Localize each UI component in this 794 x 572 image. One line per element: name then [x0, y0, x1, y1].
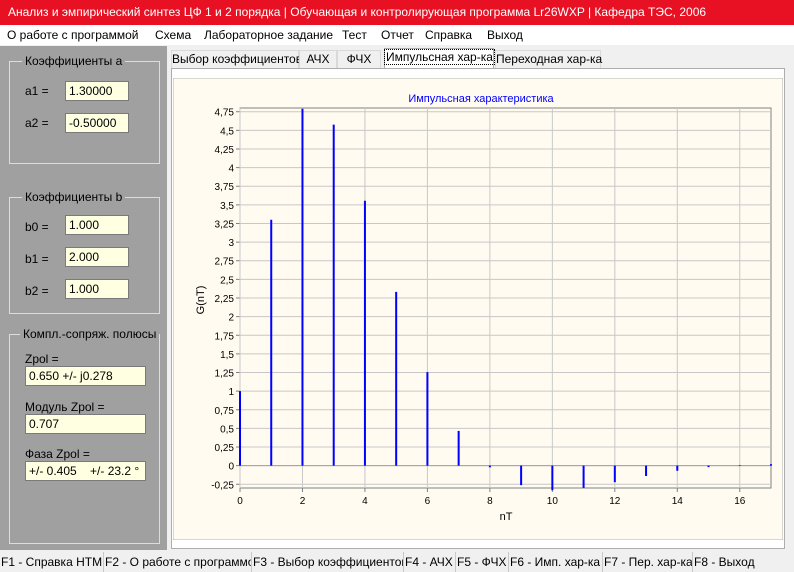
status-f6-impulse[interactable]: F6 - Имп. хар-ка — [509, 552, 603, 572]
a1-field[interactable]: 1.30000 — [65, 81, 129, 101]
x-tick-label: 4 — [362, 496, 368, 507]
menu-bar: О работе с программой Схема Лабораторное… — [0, 25, 794, 45]
y-tick-label: 0,5 — [220, 424, 234, 435]
modulus-label: Модуль Zpol = — [25, 400, 105, 414]
menu-help[interactable]: Справка — [425, 25, 472, 45]
y-tick-label: 4 — [228, 164, 234, 175]
zpol-label: Zpol = — [25, 352, 59, 366]
x-tick-label: 12 — [609, 496, 621, 507]
tab-impulse-label: Импульсная хар-ка — [384, 49, 495, 65]
impulse-chart: -0,25 0 0,25 0,5 0,75 1 1,25 1,5 1,75 2 2,25 2,5 2,7… — [172, 77, 784, 541]
y-tick-label: 2,75 — [215, 257, 235, 268]
a2-label: a2 = — [25, 116, 49, 130]
menu-exit[interactable]: Выход — [487, 25, 523, 45]
y-tick-label: 1,5 — [220, 350, 234, 361]
x-tick-label: 6 — [425, 496, 431, 507]
tab-impulse[interactable]: Импульсная хар-ка — [384, 48, 495, 69]
group-coef-a: Коэффициенты a a1 = 1.30000 a2 = -0.5000… — [9, 54, 160, 164]
tab-step[interactable]: Переходная хар-ка — [495, 50, 603, 68]
status-f8-exit[interactable]: F8 - Выход — [693, 552, 794, 572]
tab-afc-label: АЧХ — [306, 52, 330, 66]
status-f1-help[interactable]: F1 - Справка HTML — [0, 552, 104, 572]
a1-label: a1 = — [25, 84, 49, 98]
y-tick-label: 2,25 — [215, 294, 235, 305]
coefficients-panel: Коэффициенты a a1 = 1.30000 a2 = -0.5000… — [0, 46, 167, 550]
b1-field[interactable]: 2.000 — [65, 247, 129, 267]
x-tick-label: 0 — [237, 496, 243, 507]
tab-afc[interactable]: АЧХ — [299, 50, 337, 68]
y-tick-label: 0,25 — [215, 443, 235, 454]
b2-field[interactable]: 1.000 — [65, 279, 129, 299]
group-coef-b: Коэффициенты b b0 = 1.000 b1 = 2.000 b2 … — [9, 190, 160, 314]
x-tick-label: 8 — [487, 496, 493, 507]
y-tick-label: 1,25 — [215, 369, 235, 380]
status-f5-pfc[interactable]: F5 - ФЧХ — [456, 552, 509, 572]
y-tick-label: 4,75 — [215, 108, 235, 119]
b0-label: b0 = — [25, 220, 49, 234]
menu-scheme[interactable]: Схема — [155, 25, 191, 45]
y-tick-label: 3,25 — [215, 219, 235, 230]
y-tick-label: 3,5 — [220, 201, 234, 212]
y-axis-label: G(nT) — [195, 286, 207, 315]
b1-label: b1 = — [25, 252, 49, 266]
status-bar: F1 - Справка HTML F2 - О работе с програ… — [0, 552, 794, 572]
y-tick-label: 3 — [228, 238, 234, 249]
menu-test[interactable]: Тест — [342, 25, 367, 45]
menu-lab-task[interactable]: Лабораторное задание — [204, 25, 333, 45]
phase-field[interactable]: +/- 0.405 +/- 23.2 ° — [25, 461, 146, 481]
b0-field[interactable]: 1.000 — [65, 215, 129, 235]
chart-title: Импульсная характеристика — [408, 93, 554, 105]
tab-step-label: Переходная хар-ка — [496, 52, 603, 66]
y-tick-label: 1,75 — [215, 331, 235, 342]
group-poles-caption: Компл.-сопряж. полюсы — [20, 327, 160, 341]
y-tick-label: 1 — [228, 387, 234, 398]
tab-pfc[interactable]: ФЧХ — [337, 50, 381, 68]
b2-label: b2 = — [25, 284, 49, 298]
status-f2-about[interactable]: F2 - О работе с программой — [104, 552, 252, 572]
group-coef-b-caption: Коэффициенты b — [22, 190, 126, 204]
tab-coefficients-label: Выбор коэффициентов — [172, 52, 303, 66]
y-tick-label: 0 — [228, 462, 234, 473]
y-tick-label: 2 — [228, 313, 234, 324]
status-f7-step[interactable]: F7 - Пер. хар-ка — [603, 552, 693, 572]
group-coef-a-caption: Коэффициенты a — [22, 54, 126, 68]
y-tick-label: 2,5 — [220, 275, 234, 286]
window-title: Анализ и эмпирический синтез ЦФ 1 и 2 по… — [0, 0, 794, 25]
status-f3-coefficients[interactable]: F3 - Выбор коэффициентов — [252, 552, 404, 572]
a2-field[interactable]: -0.50000 — [65, 113, 129, 133]
y-tick-label: 4,25 — [215, 145, 235, 156]
menu-about[interactable]: О работе с программой — [7, 25, 138, 45]
phase-label: Фаза Zpol = — [25, 447, 90, 461]
group-poles: Компл.-сопряж. полюсы Zpol = 0.650 +/- j… — [9, 327, 160, 544]
status-f4-afc[interactable]: F4 - АЧХ — [404, 552, 456, 572]
x-tick-label: 2 — [300, 496, 306, 507]
y-tick-label: 3,75 — [215, 182, 235, 193]
x-tick-label: 16 — [734, 496, 746, 507]
x-tick-label: 14 — [672, 496, 684, 507]
impulse-chart-svg: -0,2500,250,50,7511,251,51,7522,252,52,7… — [172, 77, 784, 541]
zpol-field[interactable]: 0.650 +/- j0.278 — [25, 366, 146, 386]
y-tick-label: 0,75 — [215, 406, 235, 417]
x-axis-label: nT — [500, 511, 513, 523]
x-tick-label: 10 — [547, 496, 559, 507]
tab-coefficients[interactable]: Выбор коэффициентов — [171, 50, 303, 68]
y-tick-label: -0,25 — [211, 480, 234, 491]
tab-pfc-label: ФЧХ — [346, 52, 372, 66]
modulus-field[interactable]: 0.707 — [25, 414, 146, 434]
menu-report[interactable]: Отчет — [381, 25, 414, 45]
y-tick-label: 4,5 — [220, 126, 234, 137]
